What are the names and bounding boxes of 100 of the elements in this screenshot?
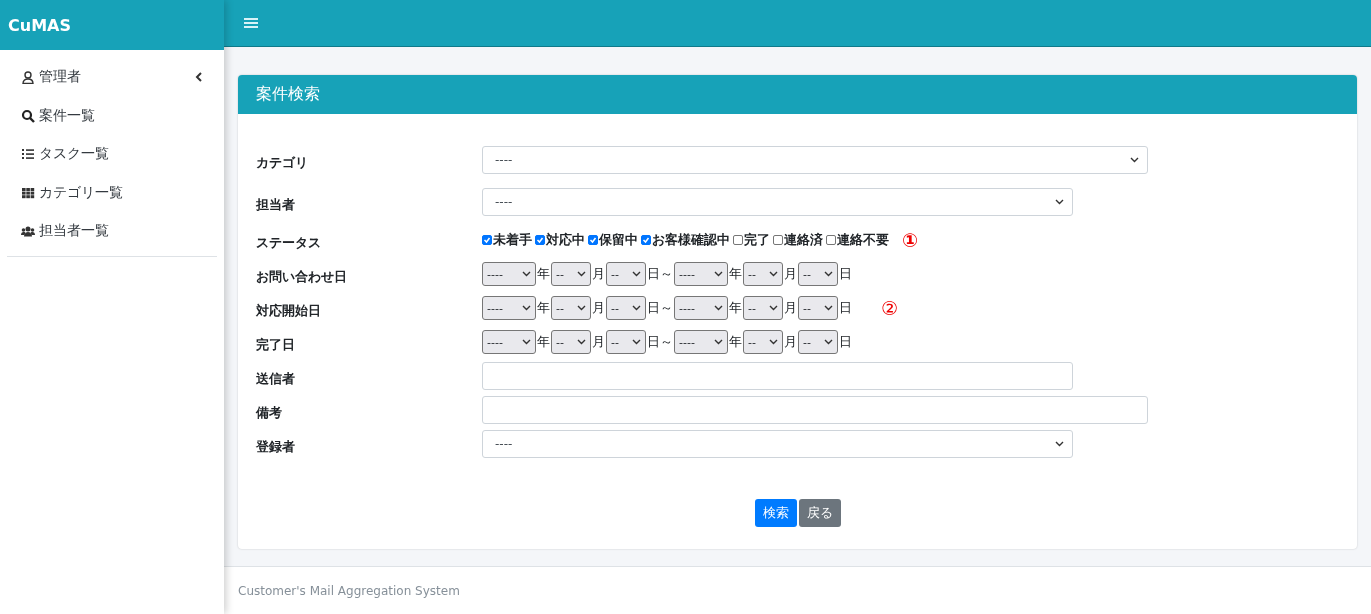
- caret-icon: [769, 305, 778, 312]
- footer-text: Customer's Mail Aggregation System: [238, 583, 460, 598]
- caret-icon: [577, 271, 586, 278]
- date-select[interactable]: --: [798, 296, 838, 321]
- caret-icon: [824, 271, 833, 278]
- date-select[interactable]: --: [743, 262, 783, 287]
- list-icon: [21, 147, 35, 162]
- input-field[interactable]: [482, 362, 1073, 391]
- date-unit: 年: [729, 265, 742, 284]
- select-field[interactable]: ----: [482, 146, 1148, 175]
- date-unit: 月: [592, 333, 605, 352]
- date-unit: 年: [729, 333, 742, 352]
- date-select[interactable]: --: [606, 330, 646, 355]
- caret-icon: [522, 305, 531, 312]
- sidebar-item[interactable]: カテゴリ一覧: [7, 173, 217, 212]
- field-label: お問い合わせ日: [256, 268, 348, 287]
- checkbox-label: 保留中: [599, 231, 638, 250]
- caret-icon: [632, 339, 641, 346]
- checkbox-label: 完了: [744, 231, 770, 250]
- card-title: 案件検索: [238, 75, 1357, 115]
- date-select[interactable]: --: [743, 330, 783, 355]
- annotation-number: ②: [881, 297, 899, 320]
- field-label: 備考: [256, 404, 283, 423]
- checkbox[interactable]: [535, 235, 545, 246]
- date-unit: 日～: [647, 265, 673, 284]
- caret-icon: [769, 339, 778, 346]
- checkbox[interactable]: [641, 235, 651, 246]
- select-field[interactable]: ----: [482, 430, 1073, 459]
- date-unit: 月: [784, 265, 797, 284]
- date-select[interactable]: --: [606, 262, 646, 287]
- sidebar-item[interactable]: タスク一覧: [7, 135, 217, 174]
- checkbox-label: お客様確認中: [652, 231, 730, 250]
- date-unit: 月: [592, 265, 605, 284]
- date-unit: 年: [537, 299, 550, 318]
- checkbox-label: 連絡済: [784, 231, 823, 250]
- user-icon: [21, 70, 35, 85]
- field-label: 完了日: [256, 336, 296, 355]
- date-select[interactable]: --: [798, 330, 838, 355]
- checkbox[interactable]: [826, 235, 836, 246]
- caret-icon: [522, 339, 531, 346]
- date-select[interactable]: ----: [482, 330, 536, 355]
- date-unit: 日: [839, 265, 852, 284]
- date-select[interactable]: --: [743, 296, 783, 321]
- caret-icon: [1055, 441, 1064, 448]
- date-unit: 年: [537, 333, 550, 352]
- field-label: カテゴリ: [256, 154, 309, 173]
- caret-icon: [714, 339, 723, 346]
- date-unit: 月: [784, 333, 797, 352]
- menu-icon[interactable]: [244, 17, 258, 29]
- date-select[interactable]: ----: [482, 296, 536, 321]
- date-select[interactable]: --: [551, 262, 591, 287]
- caret-icon: [632, 271, 641, 278]
- date-select[interactable]: --: [798, 262, 838, 287]
- date-unit: 日～: [647, 299, 673, 318]
- caret-icon: [1130, 157, 1139, 164]
- field-label: 送信者: [256, 370, 296, 389]
- checkbox[interactable]: [482, 235, 492, 246]
- select-field[interactable]: ----: [482, 188, 1073, 217]
- caret-icon: [769, 271, 778, 278]
- field-label: 担当者: [256, 196, 296, 215]
- date-unit: 日: [839, 333, 852, 352]
- date-unit: 年: [729, 299, 742, 318]
- sidebar-item[interactable]: 担当者一覧: [7, 212, 217, 251]
- sidebar-item[interactable]: 管理者: [7, 58, 217, 97]
- date-unit: 月: [784, 299, 797, 318]
- caret-icon: [522, 271, 531, 278]
- field-label: 登録者: [256, 438, 296, 457]
- date-select[interactable]: --: [551, 330, 591, 355]
- checkbox[interactable]: [773, 235, 783, 246]
- field-label: 対応開始日: [256, 302, 322, 321]
- date-unit: 年: [537, 265, 550, 284]
- date-select[interactable]: ----: [482, 262, 536, 287]
- search-icon: [21, 108, 35, 123]
- date-select[interactable]: --: [551, 296, 591, 321]
- caret-icon: [577, 339, 586, 346]
- grid-icon: [21, 185, 35, 200]
- date-select[interactable]: --: [606, 296, 646, 321]
- back-button[interactable]: 戻る: [798, 499, 841, 528]
- checkbox[interactable]: [733, 235, 743, 246]
- caret-icon: [714, 271, 723, 278]
- date-select[interactable]: ----: [674, 330, 728, 355]
- search-button[interactable]: 検索: [754, 499, 797, 528]
- caret-icon: [577, 305, 586, 312]
- sidebar-item[interactable]: 案件一覧: [7, 96, 217, 135]
- caret-icon: [632, 305, 641, 312]
- checkbox-label: 対応中: [546, 231, 585, 250]
- caret-icon: [1055, 199, 1064, 206]
- caret-icon: [824, 339, 833, 346]
- date-unit: 月: [592, 299, 605, 318]
- caret-icon: [824, 305, 833, 312]
- date-select[interactable]: ----: [674, 262, 728, 287]
- input-field[interactable]: [482, 396, 1148, 425]
- caret-icon: [714, 305, 723, 312]
- checkbox-label: 未着手: [493, 231, 532, 250]
- field-label: ステータス: [256, 234, 322, 253]
- users-icon: [21, 224, 35, 239]
- date-select[interactable]: ----: [674, 296, 728, 321]
- checkbox[interactable]: [588, 235, 598, 246]
- date-unit: 日: [839, 299, 852, 318]
- date-unit: 日～: [647, 333, 673, 352]
